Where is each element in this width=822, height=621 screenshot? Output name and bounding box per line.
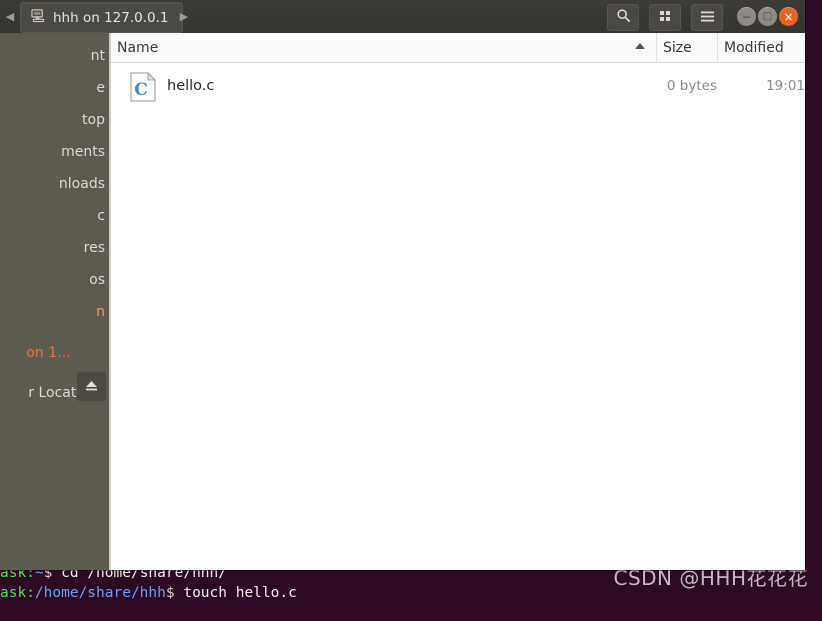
c-source-file-icon: C	[129, 72, 157, 102]
sidebar-item-label: ments	[61, 144, 105, 160]
sort-ascending-icon	[635, 43, 645, 49]
menu-button[interactable]	[691, 4, 723, 31]
sidebar-item-downloads[interactable]: nloads	[0, 172, 109, 196]
hamburger-menu-icon	[700, 8, 715, 27]
view-toggle-button[interactable]	[649, 4, 681, 31]
svg-text:C: C	[134, 80, 148, 100]
sidebar-item-label: n	[96, 304, 105, 320]
sidebar-item-remote-location[interactable]: on 1…	[0, 341, 109, 365]
sidebar-item-label: c	[97, 208, 105, 224]
sidebar-item-videos[interactable]: os	[0, 268, 109, 292]
eject-icon	[84, 377, 99, 396]
sidebar-item-documents[interactable]: ments	[0, 140, 109, 164]
sidebar-item-label: os	[89, 272, 105, 288]
nav-back-arrow-icon[interactable]: ◀	[0, 2, 20, 31]
terminal-prompt-symbol-2: $	[165, 585, 175, 601]
maximize-button[interactable]: □	[758, 7, 777, 26]
sidebar-item-label: nloads	[58, 176, 105, 192]
terminal-user-host-2: ask:	[0, 585, 35, 601]
sidebar-item-pictures[interactable]: res	[0, 236, 109, 260]
minimize-icon: −	[741, 9, 752, 24]
sidebar-item-music[interactable]: c	[0, 204, 109, 228]
sidebar-item-label: top	[82, 112, 105, 128]
eject-button[interactable]	[76, 371, 107, 402]
terminal-command-2: touch hello.c	[183, 585, 297, 601]
window-titlebar: ◀ hhh on 127.0.0.1 ▶ − □ ×	[0, 0, 805, 34]
places-sidebar: nt e top ments nloads c res os n on 1… r…	[0, 33, 109, 570]
sidebar-item-recent[interactable]: nt	[0, 44, 109, 68]
sidebar-item-label: res	[83, 240, 105, 256]
file-list-column-headers: Name Size Modified	[111, 33, 805, 63]
nav-forward-arrow-icon[interactable]: ▶	[174, 2, 194, 31]
file-size-cell: 0 bytes	[666, 78, 717, 94]
sidebar-item-desktop[interactable]: top	[0, 108, 109, 132]
tab-nav-back-area: ◀	[0, 2, 20, 31]
location-tab[interactable]: hhh on 127.0.0.1	[20, 2, 184, 33]
maximize-icon: □	[762, 10, 773, 22]
terminal-path-2: /home/share/hhh	[34, 585, 166, 601]
file-manager-window: ◀ hhh on 127.0.0.1 ▶ − □ × nt e top ment…	[0, 0, 805, 570]
location-tab-title: hhh on 127.0.0.1	[53, 9, 169, 26]
column-header-name-label: Name	[117, 39, 159, 56]
sidebar-item-home[interactable]: e	[0, 76, 109, 100]
computer-network-icon	[31, 8, 46, 27]
file-modified-cell: 19:01	[766, 78, 805, 94]
sidebar-item-label: on 1…	[26, 345, 71, 361]
column-header-size[interactable]: Size	[656, 33, 724, 62]
file-name-cell: hello.c	[167, 78, 215, 94]
file-list-pane: Name Size Modified C hello.c 0 bytes 19:…	[111, 33, 805, 570]
column-header-modified-label: Modified	[724, 39, 784, 56]
close-icon: ×	[783, 9, 794, 24]
table-row[interactable]: C hello.c 0 bytes 19:01	[111, 66, 805, 106]
search-button[interactable]	[607, 4, 639, 31]
sidebar-item-label: nt	[90, 48, 105, 64]
column-header-modified[interactable]: Modified	[717, 33, 805, 62]
column-header-size-label: Size	[663, 39, 692, 56]
close-button[interactable]: ×	[779, 7, 798, 26]
sidebar-item-trash[interactable]: n	[0, 300, 109, 324]
sidebar-item-label: e	[96, 80, 105, 96]
search-icon	[616, 8, 631, 27]
minimize-button[interactable]: −	[737, 7, 756, 26]
grid-view-icon	[658, 8, 672, 27]
column-header-name[interactable]: Name	[111, 33, 662, 62]
terminal-line-2: ask:/home/share/hhh$ touch hello.c	[0, 583, 297, 603]
